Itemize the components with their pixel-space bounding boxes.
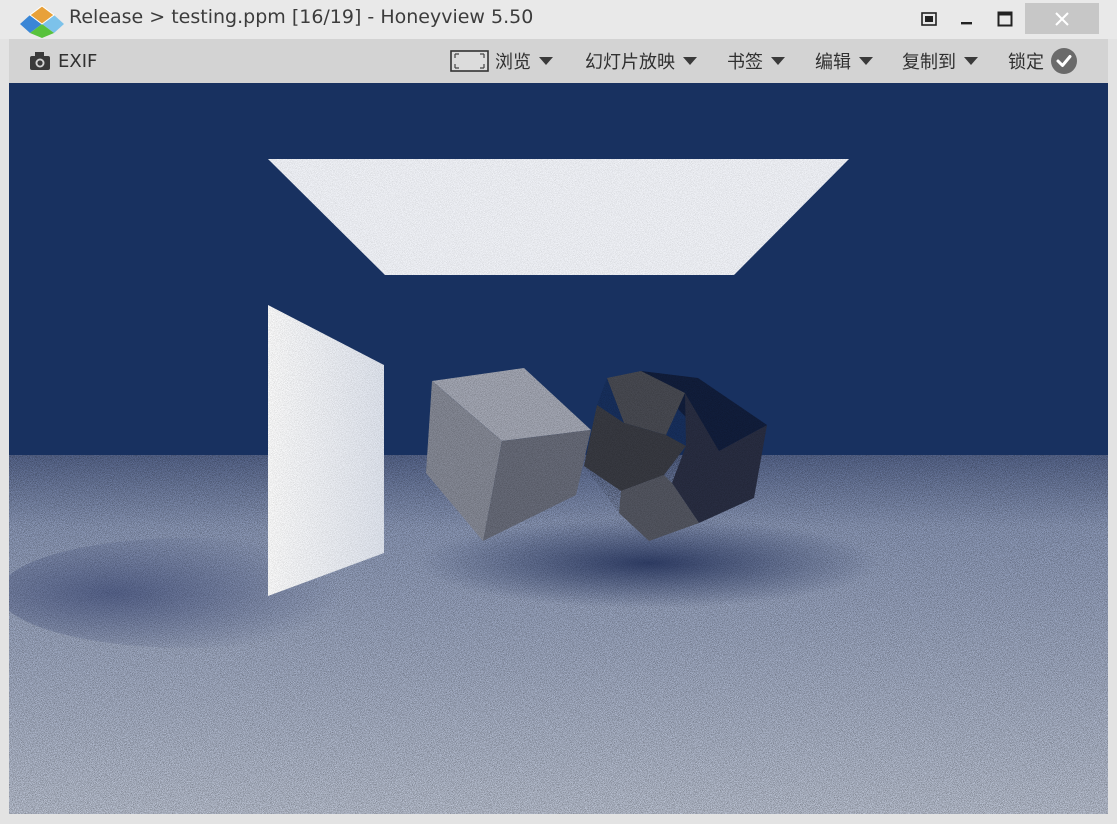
exif-label: EXIF	[58, 50, 98, 72]
camera-icon	[30, 52, 50, 70]
slideshow-label: 幻灯片放映	[585, 52, 675, 73]
fullscreen-icon	[921, 11, 937, 26]
browse-label: 浏览	[495, 52, 531, 73]
bookmark-label: 书签	[727, 52, 763, 73]
maximize-button[interactable]	[986, 3, 1024, 34]
chevron-down-icon	[859, 57, 873, 65]
checkmark-circle-icon	[1051, 48, 1077, 74]
exif-button[interactable]: EXIF	[29, 39, 97, 83]
copy-to-label: 复制到	[902, 52, 956, 73]
chevron-down-icon	[683, 57, 697, 65]
minimize-button[interactable]	[948, 3, 986, 34]
rendered-image	[9, 83, 1108, 814]
slideshow-menu[interactable]: 幻灯片放映	[585, 39, 697, 83]
window-title: Release > testing.ppm [16/19] - Honeyvie…	[69, 6, 534, 28]
edit-menu[interactable]: 编辑	[815, 39, 873, 83]
honeyview-logo-icon	[20, 5, 64, 38]
title-bar[interactable]: Release > testing.ppm [16/19] - Honeyvie…	[0, 0, 1117, 39]
edit-label: 编辑	[815, 52, 851, 73]
browse-menu[interactable]: 浏览	[450, 39, 553, 83]
bookmark-menu[interactable]: 书签	[727, 39, 785, 83]
chevron-down-icon	[964, 57, 978, 65]
lock-label: 锁定	[1008, 52, 1044, 73]
toolbar: EXIF 浏览 幻灯片放映 书签 编辑 复制到 锁定	[9, 39, 1108, 83]
minimize-icon	[961, 21, 972, 24]
chevron-down-icon	[771, 57, 785, 65]
close-button[interactable]	[1025, 3, 1099, 34]
app-window: Release > testing.ppm [16/19] - Honeyvie…	[0, 0, 1117, 824]
close-icon	[1055, 11, 1069, 26]
fullscreen-button[interactable]	[910, 3, 948, 34]
fit-screen-icon	[450, 50, 489, 72]
image-viewport[interactable]	[9, 83, 1108, 814]
chevron-down-icon	[539, 57, 553, 65]
lock-button[interactable]: 锁定	[1008, 39, 1078, 83]
maximize-icon	[997, 11, 1013, 26]
window-bottom-border	[0, 814, 1117, 824]
copy-to-menu[interactable]: 复制到	[902, 39, 978, 83]
